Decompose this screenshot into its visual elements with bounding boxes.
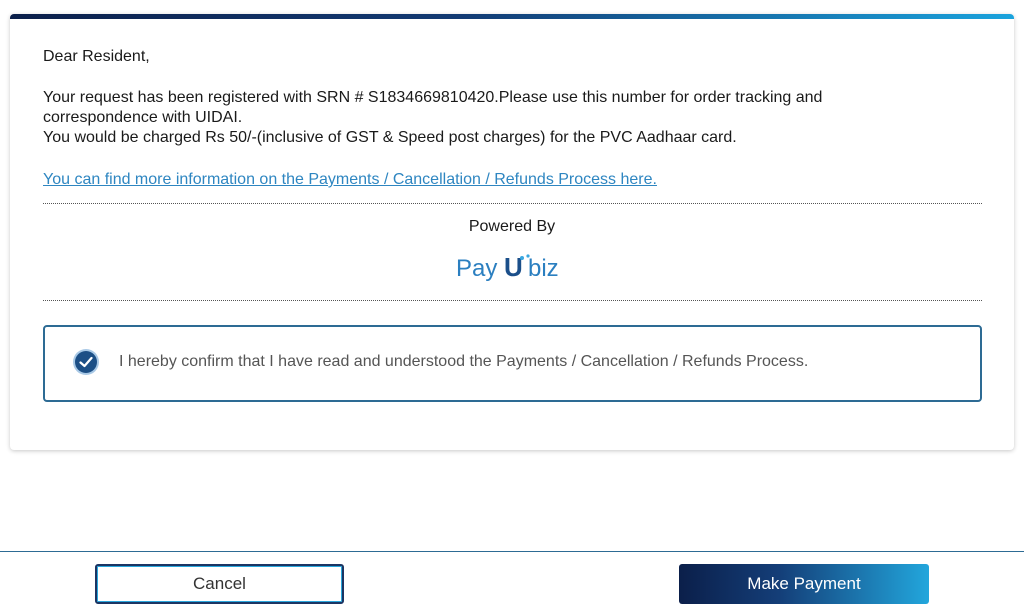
divider-bottom (43, 300, 982, 301)
payubiz-logo-pay: Pay (456, 255, 497, 282)
charge-message: You would be charged Rs 50/-(inclusive o… (43, 129, 737, 146)
cancel-button[interactable]: Cancel (95, 564, 344, 604)
confirmation-box: I hereby confirm that I have read and un… (43, 325, 982, 402)
confirm-checkbox[interactable] (75, 351, 97, 373)
payubiz-logo: Pay U biz (456, 252, 559, 282)
srn-message: Your request has been registered with SR… (43, 88, 983, 148)
card-accent-bar (10, 14, 1014, 19)
footer-divider (0, 551, 1024, 552)
check-icon (79, 356, 93, 368)
srn-message-line1: Your request has been registered with SR… (43, 89, 823, 106)
payubiz-logo-biz: biz (528, 255, 559, 282)
divider-top (43, 203, 982, 204)
make-payment-button[interactable]: Make Payment (679, 564, 929, 604)
srn-message-line2: correspondence with UIDAI. (43, 109, 243, 126)
powered-by-label: Powered By (468, 218, 556, 235)
message-body: Dear Resident, Your request has been reg… (43, 47, 983, 190)
payment-card: Dear Resident, Your request has been reg… (10, 14, 1014, 450)
payubiz-logo-mark: U (504, 252, 523, 282)
greeting-text: Dear Resident, (43, 48, 150, 65)
payments-info-link[interactable]: You can find more information on the Pay… (43, 170, 657, 190)
confirm-label: I hereby confirm that I have read and un… (119, 353, 809, 370)
